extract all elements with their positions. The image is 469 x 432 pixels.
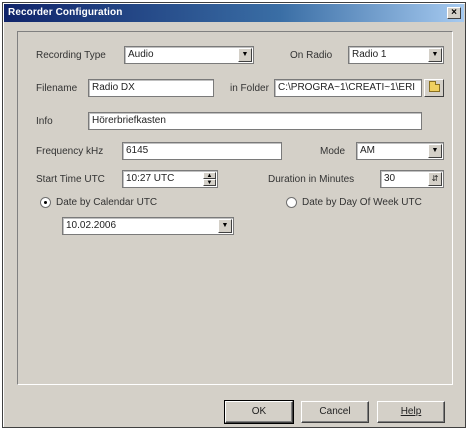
settings-panel: Recording Type Audio ▼ On Radio Radio 1 … (17, 31, 453, 385)
spin-up-icon[interactable]: ▲ (203, 172, 216, 179)
date-by-day-of-week-radio[interactable] (286, 197, 297, 208)
mode-select[interactable]: AM ▼ (356, 142, 444, 160)
date-by-calendar-radio[interactable] (40, 197, 51, 208)
help-button[interactable]: Help (377, 401, 445, 423)
folder-icon (429, 81, 440, 92)
recording-type-value: Audio (128, 49, 154, 60)
mode-value: AM (360, 145, 375, 156)
close-button[interactable]: × (447, 7, 461, 19)
chevron-down-icon[interactable]: ▼ (428, 48, 442, 62)
start-time-input[interactable]: 10:27 UTC ▲ ▼ (122, 170, 218, 188)
folder-path-input[interactable]: C:\PROGRA~1\CREATI~1\ERI (274, 79, 422, 97)
recording-type-select[interactable]: Audio ▼ (124, 46, 254, 64)
spin-down-icon[interactable]: ▼ (203, 179, 216, 186)
info-label: Info (36, 116, 53, 127)
frequency-input[interactable]: 6145 (122, 142, 282, 160)
date-by-calendar-label[interactable]: Date by Calendar UTC (56, 197, 157, 208)
cancel-button[interactable]: Cancel (301, 401, 369, 423)
date-select[interactable]: 10.02.2006 ▼ (62, 217, 234, 235)
chevron-down-icon[interactable]: ▼ (218, 219, 232, 233)
spinner-icon: ⇵ (431, 174, 439, 183)
start-time-value: 10:27 UTC (126, 173, 175, 184)
date-by-day-of-week-label[interactable]: Date by Day Of Week UTC (302, 197, 422, 208)
duration-label: Duration in Minutes (268, 174, 355, 185)
in-folder-label: in Folder (230, 83, 269, 94)
start-time-label: Start Time UTC (36, 174, 105, 185)
duration-input[interactable]: 30 ⇵ (380, 170, 444, 188)
on-radio-select[interactable]: Radio 1 ▼ (348, 46, 444, 64)
start-time-spinner[interactable]: ▲ ▼ (203, 172, 216, 186)
chevron-down-icon[interactable]: ▼ (428, 144, 442, 158)
filename-input[interactable]: Radio DX (88, 79, 214, 97)
ok-button[interactable]: OK (224, 400, 294, 424)
frequency-label: Frequency kHz (36, 146, 104, 157)
title-bar[interactable]: Recorder Configuration × (4, 4, 464, 22)
window-title: Recorder Configuration (8, 7, 123, 18)
filename-label: Filename (36, 83, 78, 94)
on-radio-value: Radio 1 (352, 49, 387, 60)
info-input[interactable]: Hörerbriefkasten (88, 112, 422, 130)
duration-value: 30 (384, 173, 396, 184)
recording-type-label: Recording Type (36, 50, 106, 61)
close-icon: × (451, 7, 457, 18)
date-value: 10.02.2006 (66, 220, 117, 231)
recorder-configuration-dialog: Recorder Configuration × Recording Type … (2, 2, 466, 428)
duration-spinner[interactable]: ⇵ (428, 172, 442, 186)
browse-folder-button[interactable] (424, 79, 444, 97)
chevron-down-icon[interactable]: ▼ (238, 48, 252, 62)
mode-label: Mode (320, 146, 346, 157)
on-radio-label: On Radio (290, 50, 333, 61)
